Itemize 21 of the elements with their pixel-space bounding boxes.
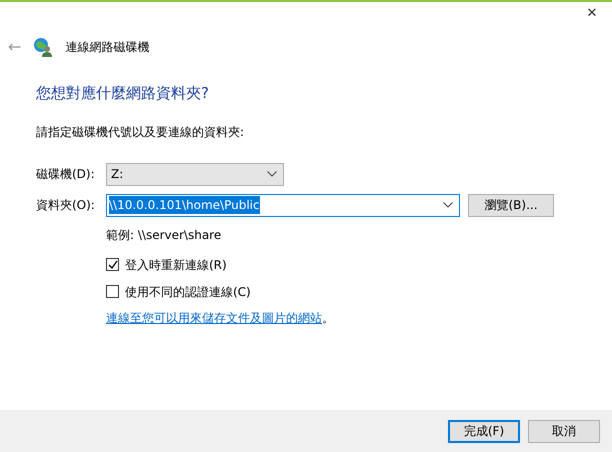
period-text: 。 <box>322 310 334 324</box>
caret-icon <box>443 202 453 208</box>
folder-field[interactable]: \\10.0.0.101\home\Public <box>106 194 460 216</box>
drive-label: 磁碟機(D): <box>36 166 96 183</box>
example-text: 範例: \\server\share <box>106 226 222 244</box>
window-title: 連線網路磁碟機 <box>65 39 150 56</box>
website-link[interactable]: 連線至您可以用來儲存文件及圖片的網站 <box>106 310 322 324</box>
drive-dropdown[interactable]: Z: <box>106 162 284 186</box>
instruction-text: 請指定磁碟機代號以及要連線的資料夾: <box>36 124 246 140</box>
cancel-button[interactable]: 取消 <box>528 420 600 442</box>
checkbox[interactable] <box>106 285 119 298</box>
page-heading: 您想對應什麼網路資料夾? <box>36 83 210 104</box>
network-drive-icon <box>33 37 54 57</box>
browse-button[interactable]: 瀏覽(B)... <box>468 194 554 216</box>
finish-button[interactable]: 完成(F) <box>448 420 520 442</box>
checkbox[interactable] <box>106 258 119 271</box>
caret-icon <box>267 171 277 177</box>
checkbox-label: 登入時重新連線(R) <box>125 256 227 274</box>
checkbox-label: 使用不同的認證連線(C) <box>125 284 251 300</box>
close-button[interactable]: ✕ <box>572 2 612 26</box>
folder-label: 資料夾(O): <box>36 197 96 214</box>
